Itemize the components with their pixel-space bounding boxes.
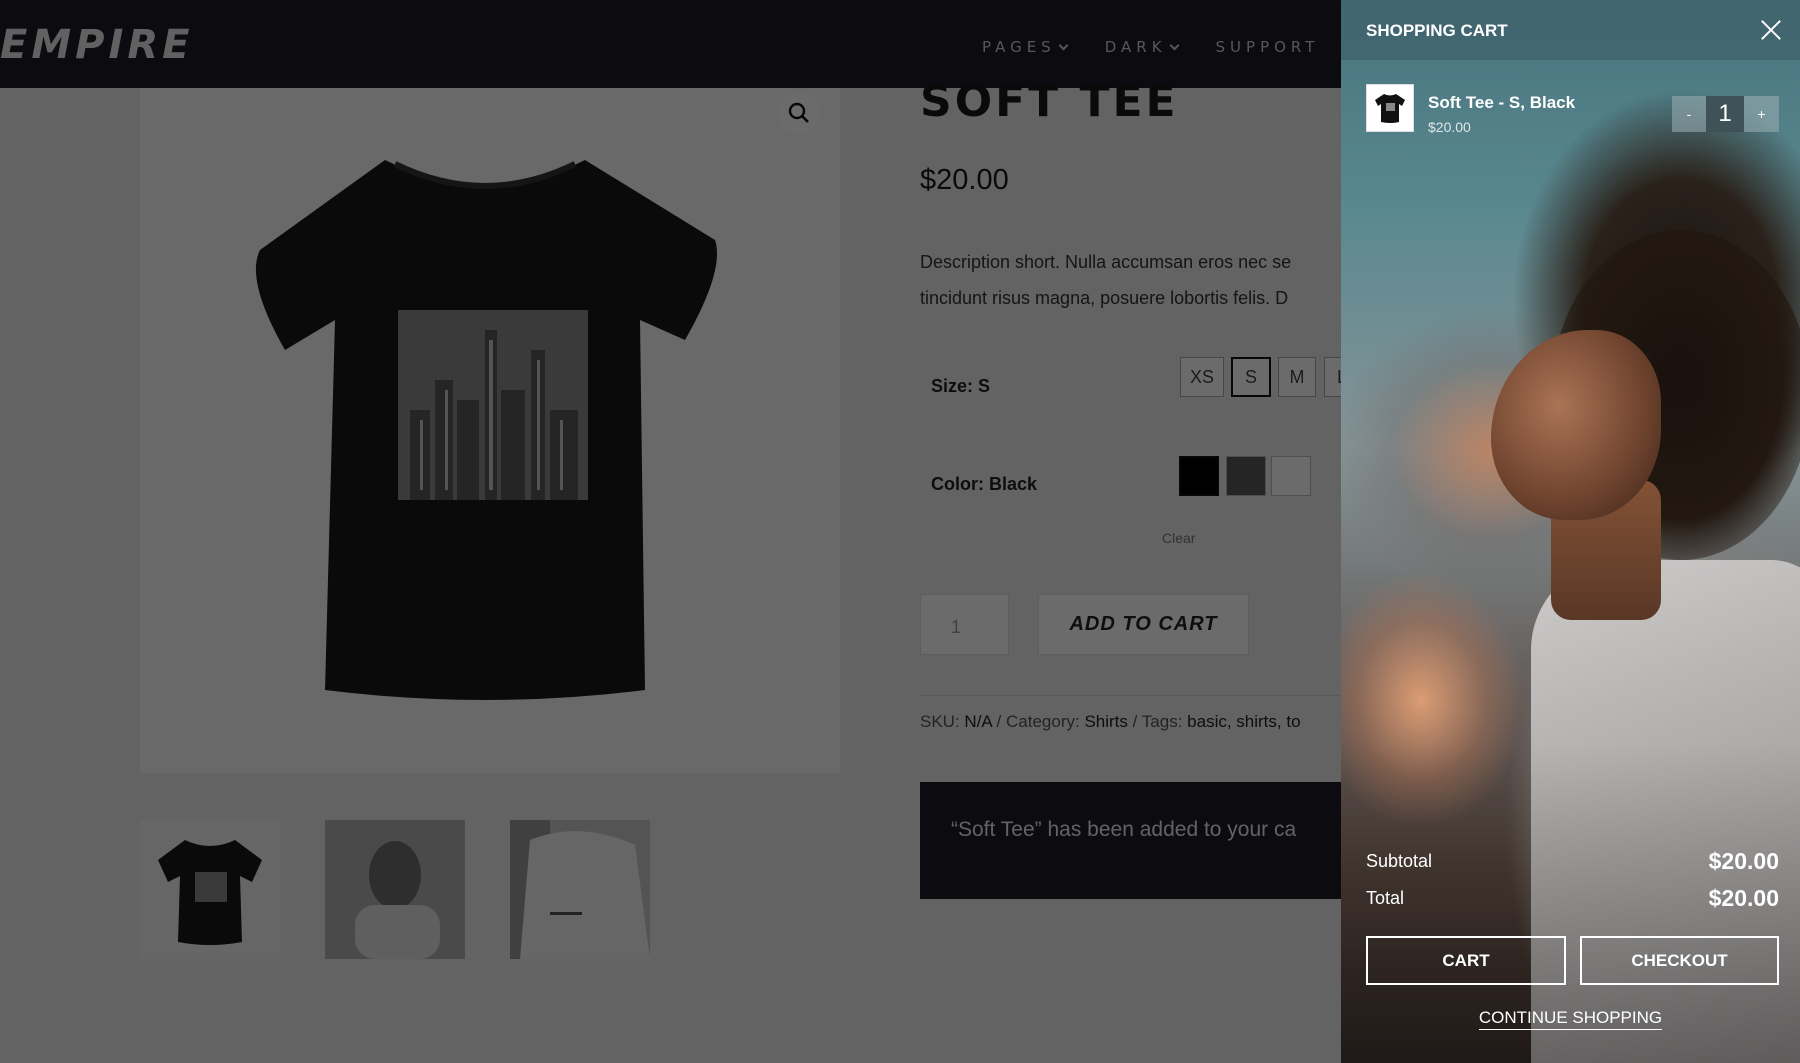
total-label: Total	[1366, 888, 1405, 908]
main-nav: PAGES DARK SUPPORT	[982, 38, 1357, 56]
product-description: Description short. Nulla accumsan eros n…	[920, 244, 1340, 316]
sku-label: SKU:	[920, 712, 960, 731]
nav-item-pages[interactable]: PAGES	[982, 38, 1069, 56]
nav-item-label: DARK	[1104, 38, 1167, 56]
gallery-thumb-1[interactable]	[140, 820, 280, 959]
site-logo[interactable]: EMPIRE	[0, 22, 193, 68]
cart-item-thumbnail[interactable]	[1366, 84, 1414, 132]
size-option-m[interactable]: M	[1278, 357, 1316, 397]
subtotal-value: $20.00	[1708, 848, 1779, 874]
continue-shopping-link[interactable]: CONTINUE SHOPPING	[1478, 1008, 1663, 1030]
nav-item-label: PAGES	[982, 38, 1056, 56]
nav-item-label: SUPPORT	[1215, 38, 1320, 56]
category-link[interactable]: Shirts	[1084, 712, 1127, 731]
cart-item-price: $20.00	[1428, 119, 1471, 135]
tags-links[interactable]: basic, shirts, to	[1187, 712, 1300, 731]
cart-item-quantity[interactable]: 1	[1706, 96, 1744, 132]
gallery-thumb-2[interactable]	[325, 820, 465, 959]
app-root: EMPIRE PAGES DARK SUPPORT SOFT TEE $20.0…	[0, 0, 1800, 1063]
product-title: SOFT TEE	[920, 76, 1179, 127]
tags-label: Tags:	[1141, 712, 1183, 731]
clear-selection-link[interactable]: Clear	[1162, 530, 1195, 546]
product-meta: SKU: N/A / Category: Shirts / Tags: basi…	[920, 712, 1301, 731]
subtotal-label: Subtotal	[1366, 851, 1433, 871]
add-to-cart-button[interactable]: ADD TO CART	[1038, 594, 1249, 655]
cart-title: SHOPPING CART	[1366, 21, 1508, 40]
nav-item-dark[interactable]: DARK	[1104, 38, 1179, 56]
size-option-s[interactable]: S	[1231, 357, 1271, 397]
quantity-decrease-button[interactable]: -	[1672, 96, 1706, 132]
color-label: Color: Black	[931, 474, 1038, 494]
gallery-thumb-3[interactable]	[510, 820, 650, 959]
sku-value: N/A	[964, 712, 992, 731]
size-option-xs[interactable]: XS	[1180, 357, 1224, 397]
product-price: $20.00	[920, 164, 1009, 196]
description-line: tincidunt risus magna, posuere lobortis …	[920, 288, 1289, 308]
zoom-button[interactable]	[778, 92, 820, 134]
quantity-input[interactable]: 1	[920, 594, 1009, 655]
tshirt-image	[245, 150, 725, 700]
color-swatch-black[interactable]	[1179, 456, 1219, 496]
nav-item-support[interactable]: SUPPORT	[1216, 38, 1320, 56]
cart-item-name[interactable]: Soft Tee - S, Black	[1428, 93, 1575, 113]
divider	[920, 695, 1340, 696]
description-line: Description short. Nulla accumsan eros n…	[920, 252, 1292, 272]
total-value: $20.00	[1708, 885, 1779, 911]
shopping-cart-panel: SHOPPING CART Soft Tee - S, Black $20.00…	[1341, 0, 1800, 1063]
continue-shopping-container: CONTINUE SHOPPING	[1341, 1008, 1800, 1030]
magnifier-icon	[788, 102, 809, 123]
quantity-increase-button[interactable]: +	[1744, 96, 1779, 132]
color-swatch-white[interactable]	[1271, 456, 1311, 496]
chevron-down-icon	[1058, 40, 1069, 50]
view-cart-button[interactable]: CART	[1366, 936, 1566, 985]
category-label: Category:	[1006, 712, 1080, 731]
chevron-down-icon	[1169, 40, 1179, 50]
size-label: Size: S	[931, 376, 991, 396]
color-swatch-gray[interactable]	[1226, 456, 1266, 496]
checkout-button[interactable]: CHECKOUT	[1580, 936, 1779, 985]
close-icon[interactable]	[1759, 18, 1783, 42]
